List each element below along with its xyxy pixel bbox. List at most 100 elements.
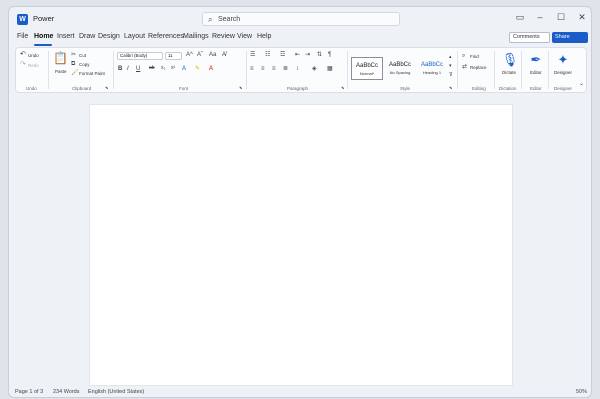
tab-file[interactable]: File bbox=[17, 33, 28, 40]
styles-launcher-icon[interactable]: ⬊ bbox=[449, 86, 452, 90]
tab-mailings[interactable]: Mailings bbox=[183, 33, 209, 40]
numbering-icon[interactable]: ☷ bbox=[265, 52, 270, 58]
share-button[interactable]: Share bbox=[552, 32, 588, 43]
highlight-icon[interactable]: ✎ bbox=[195, 66, 200, 72]
shading-icon[interactable]: ◈ bbox=[312, 66, 317, 72]
page-count[interactable]: Page 1 of 3 bbox=[15, 389, 43, 395]
sort-icon[interactable]: ⇅ bbox=[317, 52, 322, 58]
styles-more-icon[interactable]: ⊽ bbox=[449, 73, 453, 78]
comments-button[interactable]: Comments bbox=[509, 32, 550, 43]
copy-button[interactable]: Copy bbox=[79, 62, 90, 67]
ribbon-collapse-icon[interactable]: ⌄ bbox=[579, 81, 584, 87]
tab-insert[interactable]: Insert bbox=[57, 33, 75, 40]
group-divider bbox=[521, 51, 522, 89]
font-family-select[interactable]: Calibri (Body) bbox=[117, 52, 163, 60]
styles-scroll-down-icon[interactable]: ▾ bbox=[449, 64, 452, 69]
group-divider bbox=[457, 51, 458, 89]
multilevel-list-icon[interactable]: ☲ bbox=[280, 52, 285, 58]
tab-draw[interactable]: Draw bbox=[79, 33, 95, 40]
decrease-indent-icon[interactable]: ⇤ bbox=[295, 52, 300, 58]
bold-icon[interactable]: B bbox=[118, 66, 122, 72]
font-color-icon[interactable]: A bbox=[209, 66, 213, 72]
grow-font-icon[interactable]: A^ bbox=[186, 52, 193, 58]
style-normal[interactable]: AaBbCc Normal* bbox=[351, 57, 383, 80]
designer-button[interactable]: Designer bbox=[554, 70, 572, 75]
change-case-icon[interactable]: Aa bbox=[209, 52, 216, 58]
find-icon[interactable]: ⌕ bbox=[462, 53, 465, 59]
style-no-spacing[interactable]: AaBbCc No Spacing bbox=[384, 57, 416, 80]
zoom-level[interactable]: 50% bbox=[576, 389, 587, 395]
group-divider bbox=[246, 51, 247, 89]
replace-button[interactable]: Replace bbox=[470, 65, 487, 70]
undo-button[interactable]: Undo bbox=[28, 53, 39, 58]
tab-design[interactable]: Design bbox=[98, 33, 120, 40]
align-right-icon[interactable]: ≡ bbox=[272, 66, 276, 72]
font-size-select[interactable]: 11 bbox=[165, 52, 182, 60]
maximize-icon[interactable]: ☐ bbox=[554, 12, 568, 23]
tab-review[interactable]: Review bbox=[212, 33, 235, 40]
redo-button[interactable]: Redo bbox=[28, 63, 39, 68]
tab-view[interactable]: View bbox=[237, 33, 252, 40]
align-center-icon[interactable]: ≡ bbox=[261, 66, 265, 72]
tab-layout[interactable]: Layout bbox=[124, 33, 145, 40]
cut-button[interactable]: Cut bbox=[79, 53, 86, 58]
paste-button[interactable]: Paste bbox=[55, 69, 67, 74]
search-box[interactable]: ⌕ Search bbox=[202, 12, 400, 26]
format-painter-icon[interactable]: 🖌 bbox=[71, 70, 79, 76]
cut-icon[interactable]: ✂ bbox=[71, 52, 76, 58]
align-left-icon[interactable]: ≡ bbox=[250, 66, 254, 72]
editing-group-label: Editing bbox=[472, 86, 486, 91]
superscript-icon[interactable]: x² bbox=[171, 66, 175, 71]
italic-icon[interactable]: I bbox=[127, 66, 129, 72]
underline-icon[interactable]: U bbox=[136, 66, 140, 72]
microphone-icon[interactable]: 🎙 bbox=[500, 52, 520, 68]
font-family-value: Calibri (Body) bbox=[120, 53, 148, 58]
format-painter-button[interactable]: Format Paint bbox=[79, 71, 105, 76]
word-count[interactable]: 234 Words bbox=[53, 389, 80, 395]
feedback-icon[interactable]: ▭ bbox=[513, 12, 527, 23]
group-divider bbox=[48, 51, 49, 89]
borders-icon[interactable]: ▦ bbox=[327, 66, 333, 72]
style-heading-1[interactable]: AaBbCc Heading 1 bbox=[416, 57, 448, 80]
font-launcher-icon[interactable]: ⬊ bbox=[239, 86, 242, 90]
group-divider bbox=[113, 51, 114, 89]
minimize-icon[interactable]: – bbox=[533, 12, 547, 22]
style-group-label: Style bbox=[400, 86, 411, 91]
editor-group-label: Editor bbox=[530, 86, 542, 91]
text-effects-icon[interactable]: A bbox=[182, 66, 186, 72]
styles-scroll-up-icon[interactable]: ▴ bbox=[449, 55, 452, 60]
clear-formatting-icon[interactable]: A̸ bbox=[222, 52, 226, 58]
tab-references[interactable]: References bbox=[148, 33, 184, 40]
editor-icon[interactable]: ✒ bbox=[526, 52, 546, 68]
editor-button[interactable]: Editor bbox=[530, 70, 542, 75]
clipboard-launcher-icon[interactable]: ⬊ bbox=[105, 86, 108, 90]
justify-icon[interactable]: ≣ bbox=[283, 66, 288, 72]
paste-icon[interactable]: 📋 bbox=[53, 52, 68, 64]
dictate-button[interactable]: Dictate bbox=[502, 70, 516, 75]
show-marks-icon[interactable]: ¶ bbox=[328, 52, 331, 58]
style-sample: AaBbCc bbox=[355, 63, 378, 69]
strikethrough-icon[interactable]: ab bbox=[149, 66, 155, 71]
document-page[interactable] bbox=[89, 104, 513, 386]
group-divider bbox=[347, 51, 348, 89]
bullets-icon[interactable]: ☰ bbox=[250, 52, 255, 58]
line-spacing-icon[interactable]: ↕ bbox=[296, 66, 299, 72]
close-icon[interactable]: ✕ bbox=[575, 12, 589, 23]
language-indicator[interactable]: English (United States) bbox=[88, 389, 144, 395]
find-button[interactable]: Find bbox=[470, 54, 479, 59]
style-sample: AaBbCc bbox=[388, 62, 411, 68]
shrink-font-icon[interactable]: Aˇ bbox=[197, 52, 203, 58]
redo-icon[interactable]: ↷ bbox=[20, 61, 26, 68]
tab-home[interactable]: Home bbox=[34, 33, 53, 40]
undo-icon[interactable]: ↶ bbox=[20, 51, 26, 58]
paragraph-launcher-icon[interactable]: ⬊ bbox=[341, 86, 344, 90]
designer-group-label: Designer bbox=[554, 86, 573, 91]
subscript-icon[interactable]: x₂ bbox=[161, 66, 165, 71]
increase-indent-icon[interactable]: ⇥ bbox=[305, 52, 310, 58]
search-label: Search bbox=[218, 16, 241, 23]
replace-icon[interactable]: ⇄ bbox=[462, 64, 467, 70]
designer-icon[interactable]: ✦ bbox=[553, 52, 573, 68]
copy-icon[interactable]: ⧉ bbox=[71, 61, 75, 67]
tab-help[interactable]: Help bbox=[257, 33, 271, 40]
comments-label: Comments bbox=[513, 34, 540, 40]
